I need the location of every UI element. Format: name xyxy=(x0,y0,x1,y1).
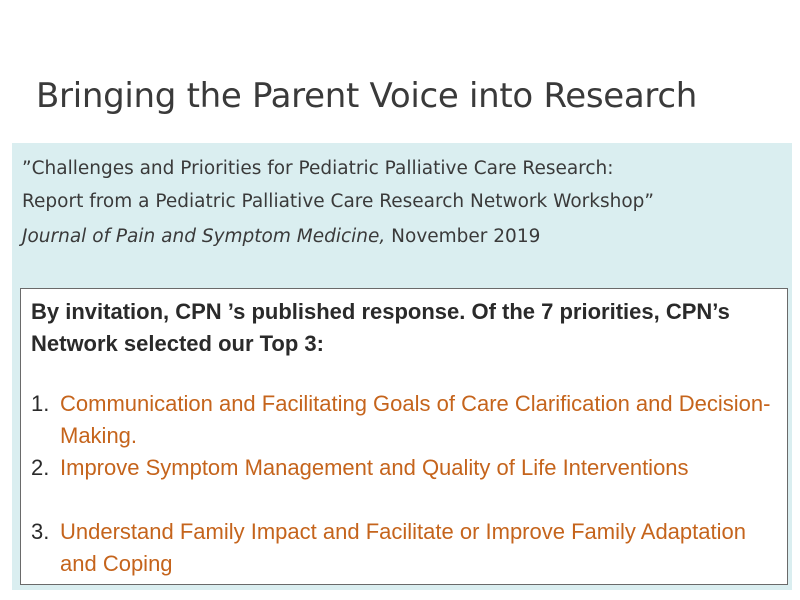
priority-text: Improve Symptom Management and Quality o… xyxy=(60,455,689,480)
priority-number: 2. xyxy=(31,455,50,480)
priority-text: Understand Family Impact and Facilitate … xyxy=(60,519,746,576)
priority-text: Communication and Facilitating Goals of … xyxy=(60,391,771,448)
priority-number: 1. xyxy=(31,391,50,416)
slide-title: Bringing the Parent Voice into Research xyxy=(36,76,697,116)
callout-intro: By invitation, CPN ’s published response… xyxy=(31,299,730,356)
article-title-line-2: Report from a Pediatric Palliative Care … xyxy=(22,191,654,212)
article-title-line-1: ”Challenges and Priorities for Pediatric… xyxy=(22,158,614,179)
publication-date: November 2019 xyxy=(385,226,541,247)
slide: Bringing the Parent Voice into Research … xyxy=(0,0,800,600)
priority-number: 3. xyxy=(31,519,50,544)
journal-citation: Journal of Pain and Symptom Medicine, No… xyxy=(22,226,540,247)
journal-name: Journal of Pain and Symptom Medicine, xyxy=(22,226,386,247)
